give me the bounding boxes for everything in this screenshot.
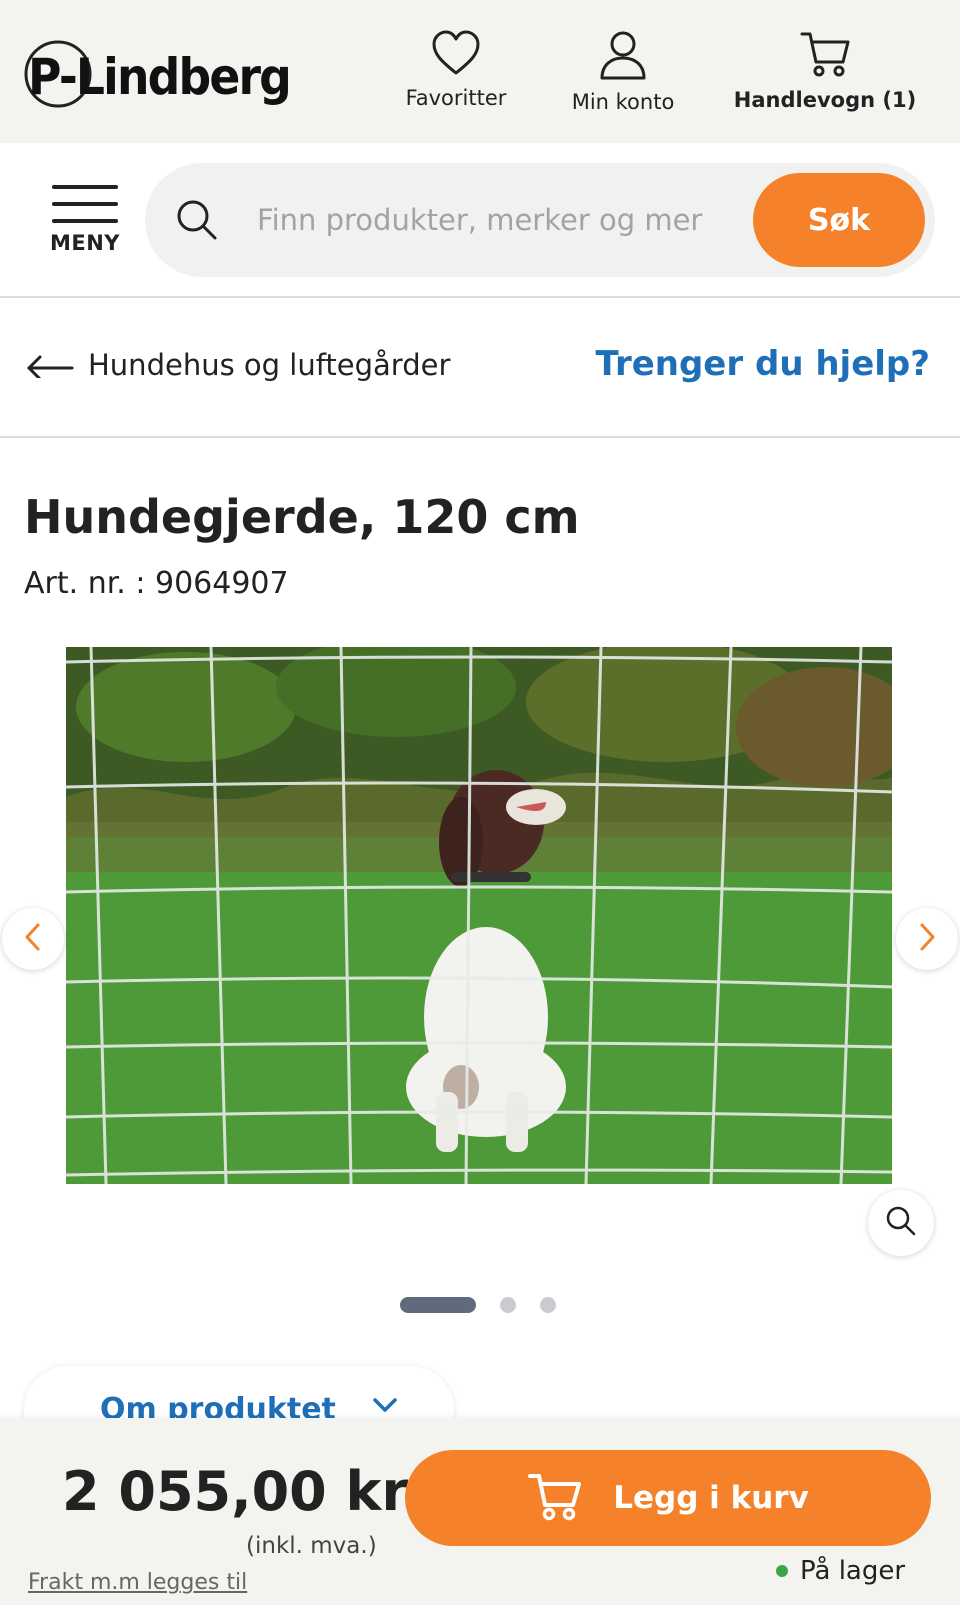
carousel-next-button[interactable] [896, 908, 958, 970]
svg-text:P-Lindberg: P-Lindberg [28, 48, 290, 106]
carousel-dot-3[interactable] [540, 1297, 556, 1313]
in-stock-dot-icon [776, 1565, 788, 1577]
chevron-right-icon [916, 922, 938, 956]
carousel-dot-1[interactable] [400, 1297, 476, 1313]
add-to-cart-button[interactable]: Legg i kurv [405, 1450, 931, 1546]
back-link[interactable]: Hundehus og luftegårder [26, 348, 450, 382]
site-logo[interactable]: P-Lindberg [24, 36, 294, 112]
article-number: Art. nr. : 9064907 [24, 566, 289, 601]
purchase-bar: 2 055,00 kr (inkl. mva.) Frakt m.m legge… [0, 1418, 960, 1605]
favorites-label: Favoritter [405, 86, 507, 110]
carousel-dot-2[interactable] [500, 1297, 516, 1313]
zoom-button[interactable] [868, 1190, 934, 1256]
search-icon [173, 196, 221, 248]
cart-button[interactable]: Handlevogn (1) [730, 30, 920, 112]
magnifier-icon [885, 1205, 917, 1241]
cart-label: Handlevogn (1) [733, 88, 917, 112]
search-button[interactable]: Søk [753, 173, 925, 267]
product-title: Hundegjerde, 120 cm [24, 490, 580, 544]
menu-label: MENY [49, 231, 121, 255]
back-link-label: Hundehus og luftegårder [88, 348, 451, 382]
cart-icon [527, 1471, 583, 1525]
search-row: MENY Søk [0, 143, 960, 298]
user-icon [598, 30, 648, 84]
breadcrumb-row: Hundehus og luftegårder Trenger du hjelp… [0, 298, 960, 438]
carousel-indicator [400, 1297, 556, 1313]
account-button[interactable]: Min konto [560, 30, 686, 114]
vat-note: (inkl. mva.) [246, 1533, 377, 1559]
help-link[interactable]: Trenger du hjelp? [595, 344, 930, 384]
add-to-cart-label: Legg i kurv [613, 1480, 809, 1516]
search-input[interactable] [257, 193, 777, 247]
heart-icon [431, 30, 481, 80]
arrow-left-icon [26, 348, 74, 382]
top-header: P-Lindberg Favoritter Min konto Handlevo… [0, 0, 960, 143]
search-box: Søk [145, 163, 935, 277]
chevron-left-icon [22, 922, 44, 956]
carousel-prev-button[interactable] [2, 908, 64, 970]
favorites-button[interactable]: Favoritter [400, 30, 512, 110]
product-photo[interactable] [66, 647, 892, 1184]
chevron-down-icon [372, 1396, 398, 1418]
menu-button[interactable]: MENY [40, 173, 130, 263]
shipping-note-link[interactable]: Frakt m.m legges til [28, 1570, 247, 1595]
cart-icon [799, 30, 851, 82]
product-price: 2 055,00 kr [62, 1460, 409, 1523]
hamburger-icon [52, 185, 118, 223]
stock-status-label: På lager [800, 1556, 906, 1586]
account-label: Min konto [571, 90, 675, 114]
stock-status: På lager [776, 1556, 905, 1586]
